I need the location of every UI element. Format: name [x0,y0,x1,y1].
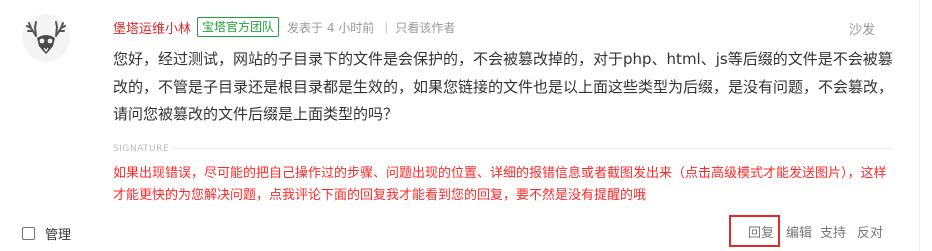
manage-label: 管理 [45,228,72,243]
signature-divider [113,148,893,149]
oppose-button[interactable]: 反对 [857,226,883,242]
avatar[interactable] [22,14,70,62]
post-time: 发表于 4 小时前 [287,20,375,35]
header-divider: | [384,20,389,34]
only-author-link[interactable]: 只看该作者 [395,19,455,36]
support-button[interactable]: 支持 [820,226,846,242]
post-content: 您好，经过测试，网站的子目录下的文件是会保护的，不会被篡改掉的，对于php、ht… [113,50,894,123]
reply-button[interactable]: 回复 [748,226,774,242]
manage-control[interactable]: 管理 [22,224,71,243]
manage-checkbox[interactable] [22,227,35,240]
edit-button[interactable]: 编辑 [786,226,812,242]
signature-text: 如果出现错误，尽可能的把自己操作过的步骤、问题出现的位置、详细的报错信息或者截图… [113,166,887,203]
antler-skull-icon [22,14,70,62]
signature-label: SIGNATURE [113,144,174,154]
official-team-badge: 宝塔官方团队 [197,17,280,37]
forum-post: 堡塔运维小林 宝塔官方团队 发表于 4 小时前 | 只看该作者 沙发 您好，经过… [0,0,932,251]
username-link[interactable]: 堡塔运维小林 [113,18,191,37]
post-header: 堡塔运维小林 宝塔官方团队 发表于 4 小时前 | 只看该作者 [113,16,455,38]
floor-label[interactable]: 沙发 [849,19,875,38]
